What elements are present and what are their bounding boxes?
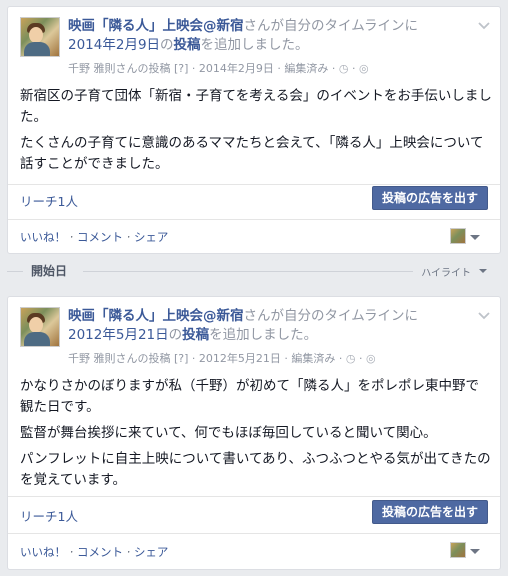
post-date[interactable]: 2014年2月9日 bbox=[199, 62, 274, 75]
post-headline: 映画「隣る人」上映会@新宿さんが自分のタイムラインに 2012年5月21日の投稿… bbox=[68, 308, 419, 343]
caret-down-icon[interactable] bbox=[470, 549, 480, 554]
page-name-link[interactable]: 映画「隣る人」上映会@新宿 bbox=[68, 18, 244, 34]
boost-post-button[interactable]: 投稿の広告を出す bbox=[371, 500, 488, 524]
page-avatar[interactable] bbox=[20, 307, 60, 347]
post-paragraph: 新宿区の子育て団体「新宿・子育てを考える会」のイベントをお手伝いしました。 bbox=[20, 88, 492, 125]
highlight-filter[interactable]: ハイライト bbox=[421, 264, 471, 279]
post-actions: いいね！ · コメント · シェア bbox=[20, 545, 169, 559]
post-date[interactable]: 2012年5月21日 bbox=[199, 352, 281, 365]
audience-avatar[interactable] bbox=[450, 542, 466, 558]
post-actions: いいね！ · コメント · シェア bbox=[20, 230, 169, 244]
chevron-down-icon[interactable] bbox=[478, 309, 490, 323]
edited-label[interactable]: 編集済み bbox=[291, 352, 335, 365]
timeline-post: 映画「隣る人」上映会@新宿さんが自分のタイムラインに 2014年2月9日の投稿を… bbox=[7, 6, 501, 254]
timeline-separator: 開始日 ハイライト bbox=[7, 262, 501, 282]
post-author[interactable]: 千野 雅則さんの投稿 bbox=[68, 352, 171, 365]
post-author[interactable]: 千野 雅則さんの投稿 bbox=[68, 62, 171, 75]
post-link[interactable]: 投稿 bbox=[182, 327, 209, 343]
page-avatar[interactable] bbox=[20, 17, 60, 57]
chevron-down-icon[interactable] bbox=[478, 19, 490, 33]
divider bbox=[8, 533, 500, 534]
page-name-link[interactable]: 映画「隣る人」上映会@新宿 bbox=[68, 308, 244, 324]
like-link[interactable]: いいね！ bbox=[20, 230, 66, 244]
comment-link[interactable]: コメント bbox=[77, 230, 123, 244]
audience-avatar[interactable] bbox=[450, 228, 466, 244]
clock-icon: ◷ bbox=[338, 62, 349, 75]
caret-down-icon[interactable] bbox=[470, 235, 480, 240]
divider bbox=[8, 219, 500, 220]
share-link[interactable]: シェア bbox=[134, 230, 169, 244]
caret-down-icon[interactable] bbox=[479, 269, 487, 273]
comment-link[interactable]: コメント bbox=[77, 545, 123, 559]
post-paragraph: パンフレットに自主上映について書いてあり、ふつふつとやる気が出てきたのを覚えてい… bbox=[20, 451, 491, 488]
post-body: かなりさかのぼりますが私（千野）が初めて「隣る人」をポレポレ東中野で観た日です。… bbox=[20, 376, 492, 496]
timeline-post: 映画「隣る人」上映会@新宿さんが自分のタイムラインに 2012年5月21日の投稿… bbox=[7, 296, 501, 570]
separator-label: 開始日 bbox=[31, 264, 68, 278]
date-link[interactable]: 2012年5月21日 bbox=[68, 327, 169, 343]
help-link[interactable]: [?] bbox=[174, 62, 188, 75]
date-link[interactable]: 2014年2月9日 bbox=[68, 37, 160, 53]
globe-icon[interactable]: ◎ bbox=[366, 352, 376, 365]
reach-link[interactable]: リーチ1人 bbox=[20, 191, 78, 210]
share-link[interactable]: シェア bbox=[134, 545, 169, 559]
like-link[interactable]: いいね！ bbox=[20, 545, 66, 559]
post-meta: 千野 雅則さんの投稿 [?] · 2014年2月9日 · 編集済み · ◷ · … bbox=[68, 62, 369, 75]
help-link[interactable]: [?] bbox=[174, 352, 188, 365]
post-headline: 映画「隣る人」上映会@新宿さんが自分のタイムラインに 2014年2月9日の投稿を… bbox=[68, 18, 419, 53]
divider bbox=[8, 184, 500, 185]
reach-link[interactable]: リーチ1人 bbox=[20, 506, 78, 525]
globe-icon[interactable]: ◎ bbox=[359, 62, 369, 75]
post-body: 新宿区の子育て団体「新宿・子育てを考える会」のイベントをお手伝いしました。 たく… bbox=[20, 86, 492, 180]
post-paragraph: たくさんの子育てに意識のあるママたちと会えて、「隣る人」上映会について話すことが… bbox=[20, 135, 484, 172]
post-paragraph: かなりさかのぼりますが私（千野）が初めて「隣る人」をポレポレ東中野で観た日です。 bbox=[20, 378, 479, 415]
boost-post-button[interactable]: 投稿の広告を出す bbox=[371, 186, 488, 210]
post-link[interactable]: 投稿 bbox=[174, 37, 201, 53]
divider bbox=[8, 496, 500, 497]
post-paragraph: 監督が舞台挨拶に来ていて、何でもほぼ毎回していると聞いて関心。 bbox=[20, 425, 437, 441]
post-meta: 千野 雅則さんの投稿 [?] · 2012年5月21日 · 編集済み · ◷ ·… bbox=[68, 352, 376, 365]
edited-label[interactable]: 編集済み bbox=[284, 62, 328, 75]
clock-icon: ◷ bbox=[345, 352, 356, 365]
